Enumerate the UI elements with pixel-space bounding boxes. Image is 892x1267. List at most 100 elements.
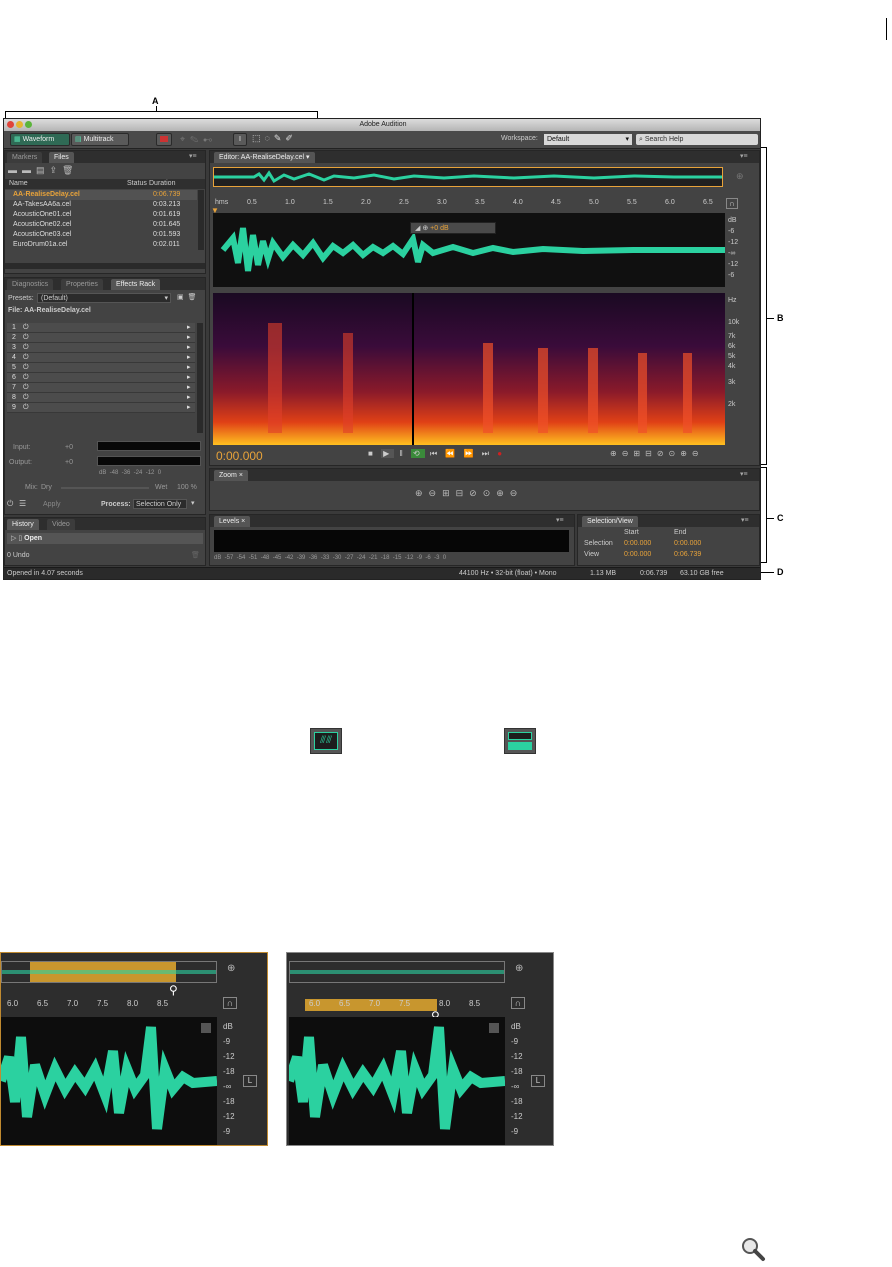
tab-editor[interactable]: Editor: AA-RealiseDelay.cel ▾ [214,152,315,163]
selection-end[interactable]: 0:00.000 [674,540,701,547]
power-icon[interactable]: ⏻ [23,323,29,333]
tab-levels[interactable]: Levels × [214,516,251,527]
input-level-value[interactable]: +0 [65,444,73,451]
tab-selection-view[interactable]: Selection/View [582,516,638,527]
time-ruler[interactable]: hms 0.5 1.0 1.5 2.0 2.5 3.0 3.5 4.0 4.5 … [213,199,723,211]
spectral-display[interactable] [213,293,725,445]
file-row[interactable]: AcousticOne01.cel 0:01.619 [5,210,197,220]
tab-properties[interactable]: Properties [61,279,103,290]
headphone-icon[interactable]: ∩ [223,997,237,1009]
headphone-icon[interactable]: ∩ [511,997,525,1009]
file-row[interactable]: AA-TakesAA6a.cel 0:03.213 [5,200,197,210]
slot-arrow-icon[interactable]: ▸ [187,323,191,333]
overview-navigator[interactable] [213,167,723,187]
apply-button[interactable]: Apply [43,501,61,508]
power-icon[interactable]: ⏻ [23,373,29,383]
rewind-icon[interactable]: ⏪ [445,449,458,458]
power-icon[interactable]: ⏻ [23,403,29,413]
headphone-icon[interactable]: ∩ [726,198,738,209]
trash-icon[interactable]: 🗑 [191,551,200,559]
tab-history[interactable]: History [7,519,39,530]
panel-menu-icon[interactable]: ▾≡ [740,470,748,478]
hud-toggle-icon[interactable] [489,1023,499,1033]
tab-markers[interactable]: Markers [7,152,43,163]
tab-zoom[interactable]: Zoom × [214,470,248,481]
slot-arrow-icon[interactable]: ▸ [187,343,191,353]
column-duration[interactable]: Duration [149,180,175,187]
effects-scrollbar[interactable] [197,323,203,433]
files-toolbar-icons[interactable]: ▬▬▤⇪🗑 [8,165,78,176]
play-icon[interactable]: ▶ [381,449,395,458]
power-icon[interactable]: ⏻ [23,363,29,373]
spectral-display-button[interactable] [156,133,172,146]
editor-zoom-controls[interactable]: ⊕⊖⊞⊟⊘⊙⊕⊖ [610,449,704,458]
skip-end-icon[interactable]: ⏭ [482,449,492,458]
skip-start-icon[interactable]: ⏮ [430,449,440,458]
close-icon[interactable] [7,121,14,128]
zoom-navigator-icon[interactable]: ⊕ [227,963,235,974]
ruler-left[interactable]: 6.0 6.5 7.0 7.5 8.0 8.5 [1,999,217,1011]
power-toggle-icon[interactable]: ⏻ [7,499,13,509]
waveform-button[interactable]: ▦ Waveform [10,133,70,146]
preset-save-delete-icons[interactable]: ▣🗑 [177,293,201,301]
multitrack-button[interactable]: ▤ Multitrack [71,133,129,146]
files-scrollbar[interactable] [198,190,204,250]
power-icon[interactable]: ⏻ [23,353,29,363]
power-icon[interactable]: ⏻ [23,393,29,403]
slot-arrow-icon[interactable]: ▸ [187,393,191,403]
slot-arrow-icon[interactable]: ▸ [187,383,191,393]
ruler-right[interactable]: 6.0 6.5 7.0 7.5 8.0 8.5 [287,999,503,1011]
slot-arrow-icon[interactable]: ▸ [187,363,191,373]
column-status[interactable]: Status [127,180,147,187]
slot-arrow-icon[interactable]: ▸ [187,373,191,383]
effect-slot[interactable]: 7 ⏻ ▸ [7,383,195,393]
power-icon[interactable]: ⏻ [23,383,29,393]
selection-tools-icons[interactable]: ⬚◌✎✐ [252,133,297,144]
effect-slot[interactable]: 6 ⏻ ▸ [7,373,195,383]
slot-arrow-icon[interactable]: ▸ [187,353,191,363]
effect-slot[interactable]: 9 ⏻ ▸ [7,403,195,413]
effect-slot[interactable]: 1 ⏻ ▸ [7,323,195,333]
minimize-icon[interactable] [16,121,23,128]
zoom-buttons[interactable]: ⊕⊖⊞⊟⊘⊙⊕⊖ [415,488,523,499]
channel-button[interactable]: L [243,1075,257,1087]
slot-arrow-icon[interactable]: ▸ [187,403,191,413]
panel-menu-icon[interactable]: ▾≡ [741,516,749,524]
files-hscrollbar[interactable] [5,263,205,269]
presets-select[interactable]: (Default) ▾ [37,293,171,303]
output-level-value[interactable]: +0 [65,459,73,466]
zoomed-waveform-left[interactable] [1,1017,218,1145]
zoomed-waveform-right[interactable] [287,1017,506,1145]
hud-toggle-icon[interactable] [201,1023,211,1033]
time-selection-tool-icon[interactable]: I [233,133,247,146]
record-icon[interactable]: ● [497,449,505,458]
hud-volume[interactable]: ◢ ⊕ +0 dB [410,222,496,234]
zoom-window-icon[interactable] [25,121,32,128]
effect-slot[interactable]: 8 ⏻ ▸ [7,393,195,403]
slot-arrow-icon[interactable]: ▸ [187,333,191,343]
selection-start[interactable]: 0:00.000 [624,540,651,547]
history-item[interactable]: ▷ ▯ Open [7,533,203,544]
mix-slider[interactable] [61,487,149,489]
panel-menu-icon[interactable]: ▾≡ [740,152,748,160]
tab-diagnostics[interactable]: Diagnostics [7,279,54,290]
file-row[interactable]: AcousticOne03.cel 0:01.593 [5,230,197,240]
view-end[interactable]: 0:06.739 [674,551,701,558]
tab-effects-rack[interactable]: Effects Rack [111,279,161,290]
effect-slot[interactable]: 5 ⏻ ▸ [7,363,195,373]
search-help-input[interactable]: ⌕ Search Help [636,134,758,145]
power-icon[interactable]: ⏻ [23,333,29,343]
list-icon[interactable]: ☰ [19,499,26,508]
stop-icon[interactable]: ■ [368,449,376,458]
pause-icon[interactable]: ‖ [399,449,405,458]
view-start[interactable]: 0:00.000 [624,551,651,558]
panel-menu-icon[interactable]: ▾≡ [189,152,197,160]
effect-slot[interactable]: 3 ⏻ ▸ [7,343,195,353]
file-row[interactable]: AcousticOne02.cel 0:01.645 [5,220,197,230]
panel-menu-icon[interactable]: ▾≡ [556,516,564,524]
tab-video[interactable]: Video [47,519,75,530]
tab-files[interactable]: Files [49,152,74,163]
loop-icon[interactable]: ⟲ [411,449,425,458]
chevron-down-icon[interactable]: ▾ [191,499,195,507]
effect-slot[interactable]: 4 ⏻ ▸ [7,353,195,363]
